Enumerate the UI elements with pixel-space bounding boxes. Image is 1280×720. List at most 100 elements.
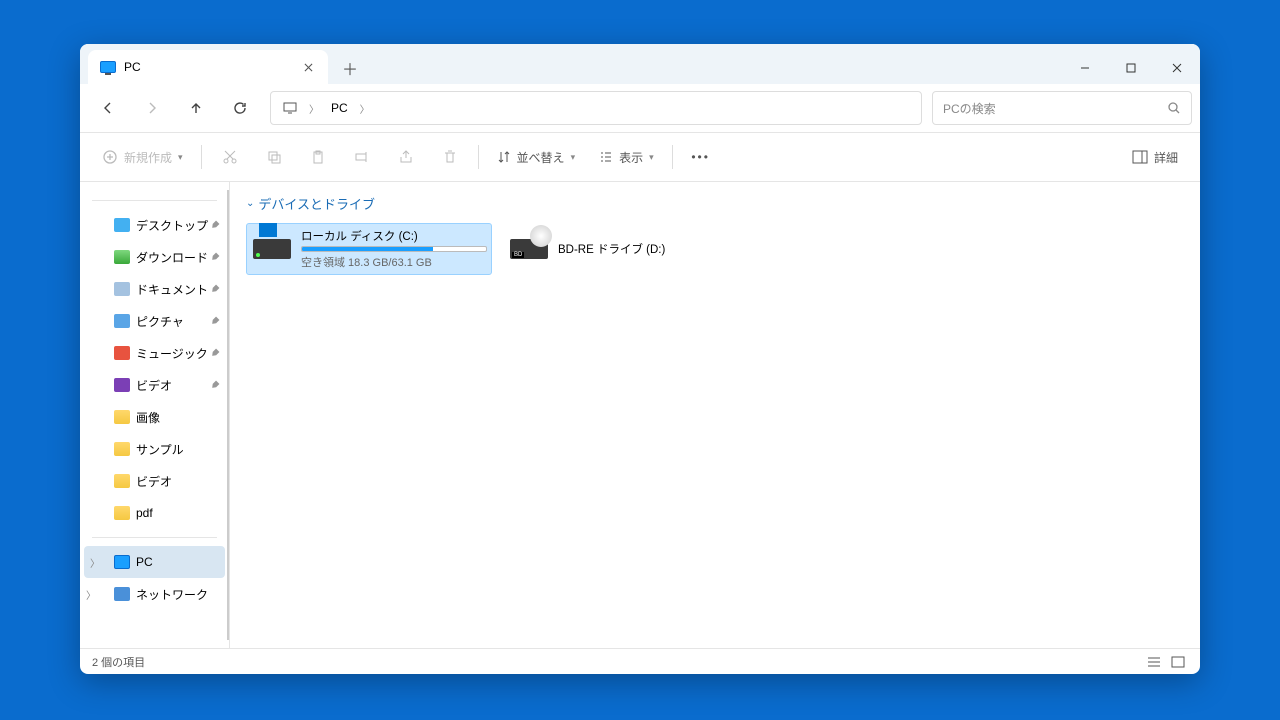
sidebar-item[interactable]: ダウンロード	[80, 241, 229, 273]
drive-name: BD-RE ドライブ (D:)	[558, 241, 746, 257]
separator	[478, 145, 479, 169]
sort-icon	[497, 150, 511, 164]
cut-icon	[222, 149, 238, 165]
sidebar-item[interactable]: 画像	[80, 401, 229, 433]
tiles-view-toggle[interactable]	[1168, 653, 1188, 671]
sidebar-item-label: ネットワーク	[136, 586, 208, 603]
rename-button[interactable]	[342, 139, 382, 175]
maximize-button[interactable]	[1108, 52, 1154, 84]
chevron-down-icon: ⌄	[246, 198, 254, 209]
forward-button[interactable]	[132, 90, 172, 126]
chevron-right-icon[interactable]: 〉	[356, 101, 374, 116]
view-button[interactable]: 表示 ▾	[589, 139, 664, 175]
folder-icon	[114, 314, 130, 328]
chevron-right-icon[interactable]: 〉	[86, 587, 96, 602]
sidebar-item-ネットワーク[interactable]: 〉 ネットワーク	[80, 578, 229, 610]
drives-list: ローカル ディスク (C:) 空き領域 18.3 GB/63.1 GB BD BD-R…	[246, 223, 1184, 275]
item-icon	[114, 587, 130, 601]
details-pane-icon	[1132, 150, 1148, 164]
view-icon	[599, 150, 613, 164]
details-label: 詳細	[1154, 149, 1178, 166]
sidebar-item[interactable]: pdf	[80, 497, 229, 529]
folder-icon	[114, 346, 130, 360]
breadcrumb[interactable]: 〉 PC 〉	[270, 91, 922, 125]
search-input[interactable]: PCの検索	[932, 91, 1192, 125]
window-controls	[1062, 52, 1200, 84]
sidebar-item[interactable]: ピクチャ	[80, 305, 229, 337]
sidebar-item-PC[interactable]: 〉PC	[84, 546, 225, 578]
chevron-right-icon[interactable]: 〉	[305, 101, 323, 116]
pc-icon	[100, 61, 116, 73]
new-label: 新規作成	[124, 149, 172, 166]
chevron-down-icon: ▾	[178, 152, 183, 163]
back-button[interactable]	[88, 90, 128, 126]
tab-close-button[interactable]	[300, 59, 316, 75]
up-button[interactable]	[176, 90, 216, 126]
sidebar-item-label: サンプル	[136, 441, 184, 458]
sidebar-item-label: ダウンロード	[136, 249, 208, 266]
content-area: ⌄ デバイスとドライブ ローカル ディスク (C:) 空き領域 18.3 GB/6…	[230, 182, 1200, 648]
sort-label: 並べ替え	[517, 149, 565, 166]
cut-button[interactable]	[210, 139, 250, 175]
chevron-right-icon[interactable]: 〉	[90, 555, 100, 570]
tab-pc[interactable]: PC	[88, 50, 328, 84]
minimize-button[interactable]	[1062, 52, 1108, 84]
section-header[interactable]: ⌄ デバイスとドライブ	[246, 194, 1184, 213]
sidebar-item[interactable]: ドキュメント	[80, 273, 229, 305]
drive-item[interactable]: BD BD-RE ドライブ (D:)	[504, 223, 750, 275]
list-view-toggle[interactable]	[1144, 653, 1164, 671]
sidebar-item[interactable]: ビデオ	[80, 465, 229, 497]
search-icon	[1167, 101, 1181, 115]
new-button[interactable]: 新規作成 ▾	[92, 139, 193, 175]
sidebar: デスクトップダウンロードドキュメントピクチャミュージックビデオ画像サンプルビデオ…	[80, 182, 230, 648]
folder-icon	[114, 410, 130, 424]
hdd-icon	[253, 239, 291, 259]
delete-button[interactable]	[430, 139, 470, 175]
drive-name: ローカル ディスク (C:)	[301, 228, 487, 244]
sidebar-item[interactable]: ビデオ	[80, 369, 229, 401]
titlebar: PC ＋	[80, 44, 1200, 84]
sidebar-item[interactable]: デスクトップ	[80, 209, 229, 241]
body: デスクトップダウンロードドキュメントピクチャミュージックビデオ画像サンプルビデオ…	[80, 182, 1200, 648]
drive-item[interactable]: ローカル ディスク (C:) 空き領域 18.3 GB/63.1 GB	[246, 223, 492, 275]
new-tab-button[interactable]: ＋	[334, 52, 366, 84]
breadcrumb-pc[interactable]: PC	[323, 97, 356, 119]
folder-icon	[114, 250, 130, 264]
sidebar-item-label: pdf	[136, 506, 153, 520]
item-icon	[114, 555, 130, 569]
item-count: 2 個の項目	[92, 654, 145, 670]
refresh-button[interactable]	[220, 90, 260, 126]
drive-usage-bar	[301, 246, 487, 252]
more-button[interactable]: •••	[681, 139, 721, 175]
sidebar-item-label: ピクチャ	[136, 313, 184, 330]
paste-button[interactable]	[298, 139, 338, 175]
plus-circle-icon	[102, 149, 118, 165]
toolbar: 新規作成 ▾ 並べ替え ▾ 表示 ▾ ••• 詳細	[80, 132, 1200, 182]
drive-free-text: 空き領域 18.3 GB/63.1 GB	[301, 254, 487, 270]
folder-icon	[114, 506, 130, 520]
folder-icon	[114, 282, 130, 296]
bd-icon: BD	[510, 239, 548, 259]
separator	[672, 145, 673, 169]
sidebar-item[interactable]: ミュージック	[80, 337, 229, 369]
copy-icon	[266, 149, 282, 165]
separator	[201, 145, 202, 169]
folder-icon	[114, 218, 130, 232]
sort-button[interactable]: 並べ替え ▾	[487, 139, 586, 175]
breadcrumb-root-icon[interactable]	[275, 98, 305, 118]
tab-title: PC	[124, 60, 141, 74]
sidebar-item-label: 画像	[136, 409, 160, 426]
folder-icon	[114, 442, 130, 456]
close-button[interactable]	[1154, 52, 1200, 84]
details-button[interactable]: 詳細	[1122, 139, 1188, 175]
statusbar: 2 個の項目	[80, 648, 1200, 674]
copy-button[interactable]	[254, 139, 294, 175]
folder-icon	[114, 378, 130, 392]
sidebar-item-label: ミュージック	[136, 345, 208, 362]
sidebar-item-label: ビデオ	[136, 377, 172, 394]
chevron-down-icon: ▾	[571, 152, 576, 163]
scrollbar[interactable]	[227, 190, 229, 640]
share-icon	[398, 149, 414, 165]
sidebar-item[interactable]: サンプル	[80, 433, 229, 465]
share-button[interactable]	[386, 139, 426, 175]
